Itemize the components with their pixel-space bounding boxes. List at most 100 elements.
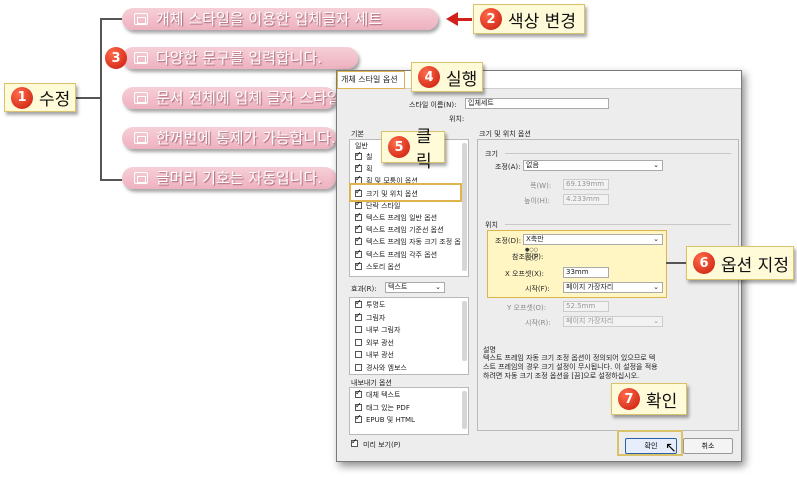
- list-item-checkbox[interactable]: [355, 351, 362, 359]
- list-item-checkbox[interactable]: [355, 338, 362, 346]
- list-item-checkbox[interactable]: [355, 401, 362, 411]
- list-item-label[interactable]: 스토리 옵션: [366, 262, 400, 272]
- list-item-checkbox[interactable]: [355, 235, 362, 246]
- list-item-label[interactable]: 경사와 엠보스: [366, 363, 407, 373]
- start2-select[interactable]: 페이지 가장자리 ⌄: [563, 316, 663, 327]
- confirm-callout: 7 확인: [611, 383, 687, 415]
- list-item-checkbox[interactable]: [355, 150, 362, 160]
- list-item-checkbox[interactable]: [355, 388, 362, 398]
- start-label: 시작(F):: [525, 285, 550, 293]
- list-item-label[interactable]: 텍스트 프레임 기준선 옵션: [366, 225, 444, 235]
- size-adjust-label: 조정(A):: [495, 163, 521, 171]
- edit-callout-label: 수정: [39, 90, 71, 110]
- reference-point-grid-icon[interactable]: ●○○ ○○○ ○○○: [525, 248, 539, 262]
- run-callout: 4 실행: [411, 62, 483, 92]
- bullet-icon: [134, 92, 148, 104]
- location-label: 위치:: [449, 115, 465, 123]
- step-5-badge: 5: [388, 136, 410, 158]
- effects-scrollbar[interactable]: [462, 301, 467, 361]
- left-list-scrollbar[interactable]: [462, 143, 467, 271]
- arrow-shaft: [456, 18, 472, 21]
- step-6-badge: 6: [693, 252, 715, 274]
- position-divider: [505, 224, 731, 225]
- effects-label: 효과(R):: [351, 285, 377, 293]
- list-item-label[interactable]: 내부 광선: [366, 350, 394, 360]
- list-item-label[interactable]: 텍스트 프레임 각주 옵션: [366, 250, 437, 260]
- bracket-callout-line: [76, 97, 100, 99]
- list-item-checkbox[interactable]: [355, 248, 362, 258]
- list-item-checkbox[interactable]: [355, 162, 362, 173]
- confirm-label: 확인: [646, 391, 678, 412]
- size-adjust-select[interactable]: 없음 ⌄: [523, 160, 663, 171]
- y-offset-label: Y 오프셋(O):: [507, 304, 547, 312]
- option-callout: 6 옵션 지정: [686, 246, 794, 280]
- click-callout: 5 클릭: [381, 127, 445, 172]
- start-value: 페이지 가장자리: [566, 283, 614, 291]
- bullet-icon: [134, 52, 148, 64]
- list-item-checkbox[interactable]: [355, 298, 362, 308]
- list-item-label[interactable]: 대체 텍스트: [366, 390, 400, 400]
- bracket-vertical-line: [100, 18, 102, 180]
- x-offset-label: X 오프셋(X):: [505, 270, 544, 278]
- list-item-label[interactable]: 그림자: [366, 313, 385, 323]
- list-item-label[interactable]: 획: [366, 164, 372, 174]
- chevron-down-icon: ⌄: [653, 317, 659, 325]
- list-item-label[interactable]: 단락 스타일: [366, 201, 400, 211]
- list-item-checkbox[interactable]: [355, 223, 362, 234]
- list-item-checkbox[interactable]: [355, 326, 362, 334]
- pos-adjust-label: 조정(D):: [495, 237, 522, 245]
- chevron-down-icon: ⌄: [653, 161, 659, 169]
- click-label: 클릭: [416, 127, 432, 172]
- bullet-text: 개체 스타일을 이용한 입체글자 세트: [156, 10, 383, 28]
- bullet-text: 한꺼번에 통제가 가능합니다.: [156, 129, 336, 147]
- chevron-down-icon: ⌄: [653, 235, 659, 243]
- list-item-label[interactable]: 텍스트 프레임 자동 크기 조정 옵: [366, 237, 461, 247]
- export-scrollbar[interactable]: [462, 391, 467, 429]
- step-1-badge: 1: [11, 86, 33, 109]
- chevron-down-icon: ⌄: [653, 283, 659, 291]
- cancel-button[interactable]: 취소: [683, 438, 733, 454]
- start2-label: 시작(R):: [525, 319, 551, 327]
- height-input[interactable]: 4.233mm: [563, 194, 609, 205]
- size-header: 크기: [485, 150, 498, 158]
- start-select[interactable]: 페이지 가장자리 ⌄: [563, 282, 663, 293]
- bullet-item-4: 한꺼번에 통제가 가능합니다.: [122, 127, 336, 149]
- effects-value: 텍스트: [388, 283, 408, 291]
- y-offset-input[interactable]: 52.5mm: [563, 301, 609, 312]
- list-item-label[interactable]: 칠: [366, 152, 372, 162]
- list-item-label[interactable]: EPUB 및 HTML: [366, 415, 415, 425]
- preview-checkbox[interactable]: [351, 437, 358, 447]
- list-item-label[interactable]: 외부 광선: [366, 338, 394, 348]
- style-name-input[interactable]: 입체세트: [465, 98, 609, 109]
- list-item-checkbox[interactable]: [355, 199, 362, 209]
- pos-adjust-select[interactable]: X축만 ⌄: [523, 234, 663, 245]
- list-item-label[interactable]: 투명도: [366, 300, 385, 310]
- size-position-item-highlight: [349, 183, 462, 202]
- list-item-checkbox[interactable]: [355, 211, 362, 221]
- list-item-checkbox[interactable]: [355, 364, 362, 371]
- bullet-item-3: 문서 전체에 입체 글자 스타일: [122, 87, 336, 109]
- pos-adjust-value: X축만: [526, 235, 544, 243]
- width-label: 폭(W):: [530, 182, 552, 190]
- list-item-checkbox[interactable]: [355, 311, 362, 321]
- bullet-text: 글머리 기호는 자동입니다.: [156, 169, 323, 187]
- list-item-label[interactable]: 내부 그림자: [366, 325, 400, 335]
- bracket-top-line: [100, 18, 122, 20]
- step-3-badge: 3: [105, 47, 127, 69]
- effects-select[interactable]: 텍스트 ⌄: [385, 282, 445, 293]
- run-label: 실행: [446, 69, 478, 90]
- list-item-label[interactable]: 태그 있는 PDF: [366, 403, 410, 413]
- step-7-badge: 7: [618, 388, 640, 410]
- list-item-checkbox[interactable]: [355, 413, 362, 424]
- bullet-icon: [134, 132, 148, 144]
- list-item-checkbox[interactable]: [355, 260, 362, 270]
- chevron-down-icon: ⌄: [435, 283, 441, 291]
- bullet-item-5: 글머리 기호는 자동입니다.: [122, 167, 336, 189]
- x-offset-input[interactable]: 33mm: [563, 267, 609, 278]
- option-label: 옵션 지정: [721, 255, 789, 276]
- size-position-section-title: 크기 및 위치 옵션: [479, 130, 531, 138]
- basic-header: 기본: [351, 130, 364, 138]
- bullet-icon: [134, 172, 148, 184]
- width-input[interactable]: 69.139mm: [563, 179, 609, 190]
- list-item-label[interactable]: 텍스트 프레임 일반 옵션: [366, 213, 437, 223]
